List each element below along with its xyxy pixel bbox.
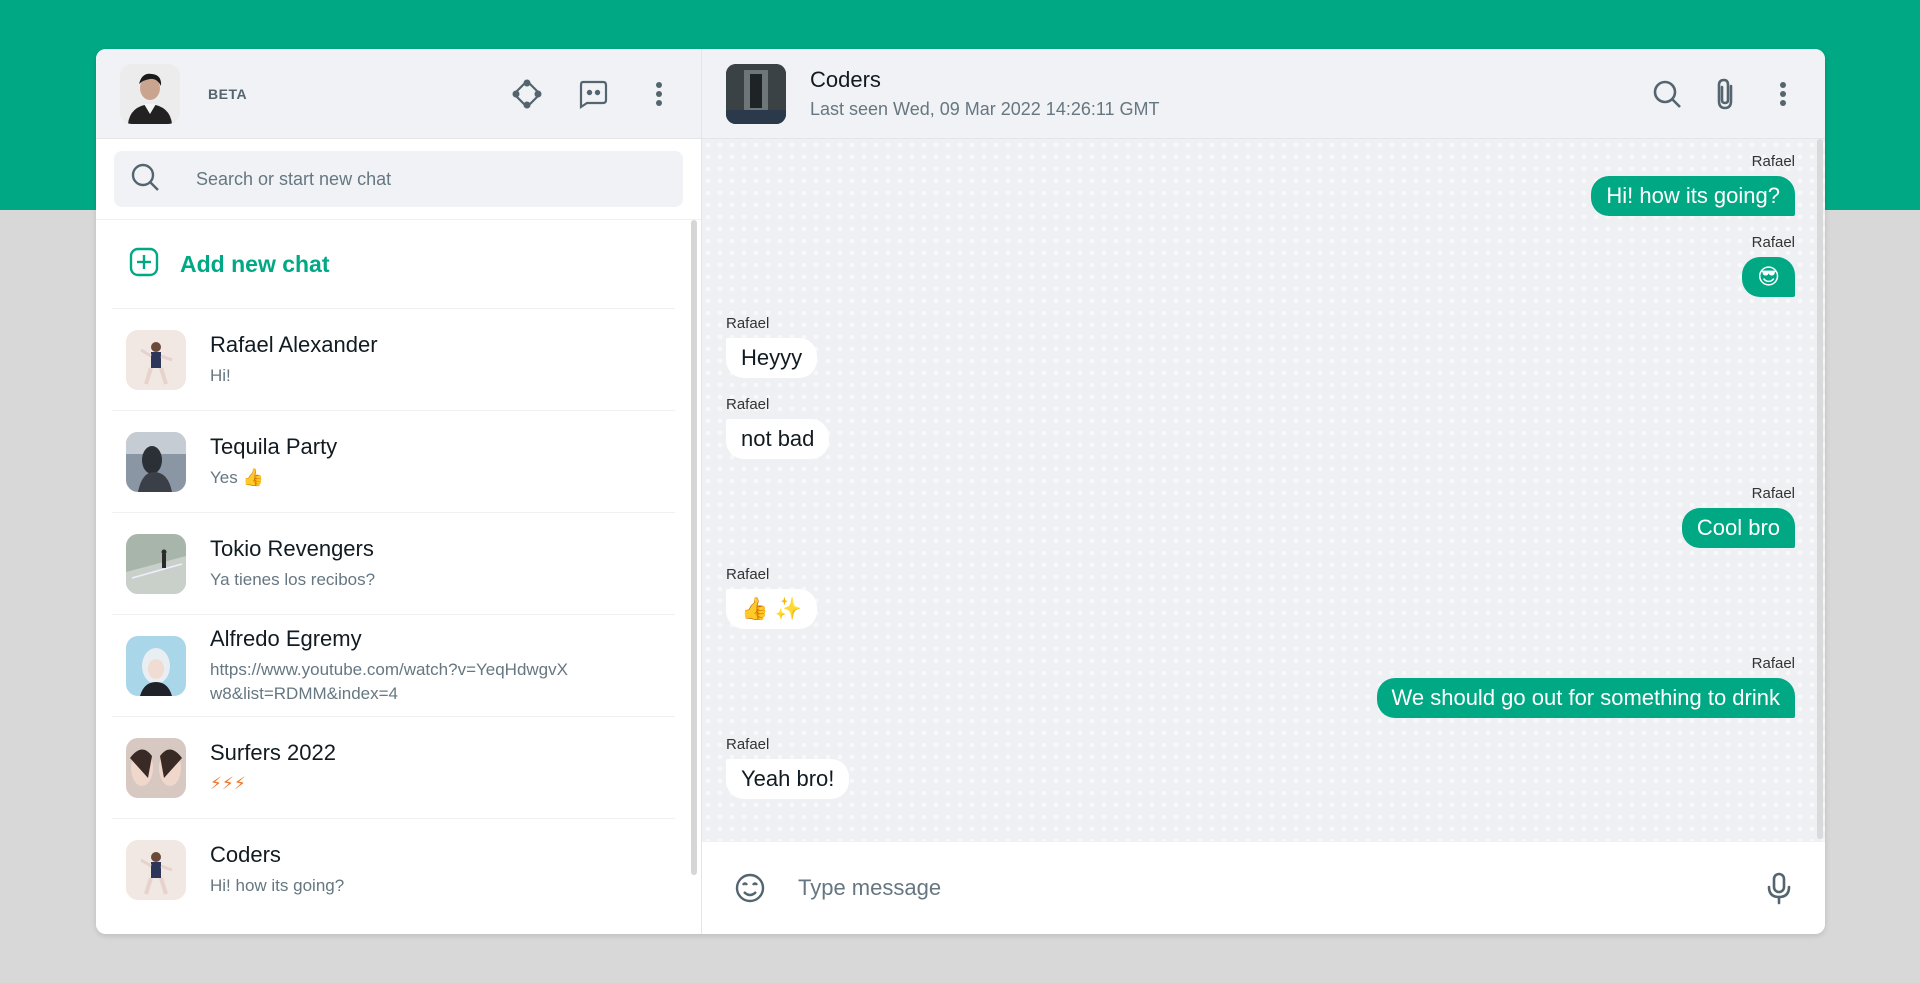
message-sender: Rafael [1751,485,1795,502]
chat-name: Tokio Revengers [210,535,374,561]
chat-item-tequila-party[interactable]: Tequila Party Yes 👍 [112,411,675,513]
message-sender: Rafael [1751,234,1795,251]
chat-name: Alfredo Egremy [210,625,362,651]
message-sender: Rafael [726,736,770,753]
message-incoming: Rafael 👍 ✨ [726,566,1795,629]
search-bar [96,139,701,220]
conversation-panel: Coders Last seen Wed, 09 Mar 2022 14:26:… [702,49,1825,934]
conversation-title: Coders [810,67,881,92]
search-icon [130,162,160,197]
menu-dots-icon[interactable] [1765,76,1801,112]
message-input[interactable] [798,875,1761,901]
chat-last-message: ⚡⚡⚡ [210,773,246,793]
chat-item-rafael-alexander[interactable]: Rafael Alexander Hi! [112,309,675,411]
chat-avatar [126,431,186,492]
app-window: BETA Search or start new chat Add new ch… [96,49,1825,934]
message-bubble[interactable]: 👍 ✨ [726,589,817,629]
message-bubble[interactable]: Heyyy [726,338,818,378]
scrollbar[interactable] [691,220,697,875]
message-bubble[interactable]: Cool bro [1681,508,1795,548]
message-outgoing: Rafael 😎 [726,234,1795,297]
communities-icon[interactable] [509,76,545,112]
chat-avatar [126,329,186,390]
message-sender: Rafael [726,566,770,583]
chat-item-tokio-revengers[interactable]: Tokio Revengers Ya tienes los recibos? [112,513,675,615]
chat-avatar [126,533,186,594]
message-bubble[interactable]: 😎 [1742,257,1795,297]
add-icon [128,246,160,283]
search-box[interactable] [114,151,683,207]
chat-last-message: https://www.youtube.com/watch?v=YeqHdwgv… [210,659,568,703]
add-new-chat-button[interactable]: Add new chat [112,220,675,309]
message-sender: Rafael [1751,153,1795,170]
message-outgoing: Rafael Hi! how its going? [726,153,1795,216]
beta-badge: BETA [208,85,248,102]
message-composer [702,841,1825,934]
chat-last-message: Ya tienes los recibos? [210,569,376,589]
scrollbar[interactable] [1817,139,1823,839]
message-bubble[interactable]: Hi! how its going? [1591,176,1795,216]
search-input[interactable] [196,168,667,190]
menu-dots-icon[interactable] [641,76,677,112]
message-outgoing: Rafael We should go out for something to… [726,655,1795,718]
emoji-icon[interactable] [732,870,768,906]
microphone-icon[interactable] [1761,870,1797,906]
chat-last-message: Hi! [210,365,231,385]
chat-last-message: Hi! how its going? [210,876,345,895]
chat-list: Add new chat Rafael Alexander Hi! Tequil… [96,220,701,934]
attach-icon[interactable] [1707,76,1743,112]
chat-item-alfredo-egremy[interactable]: Alfredo Egremy https://www.youtube.com/w… [112,615,675,717]
message-list: Rafael Hi! how its going? Rafael 😎 Rafae… [702,139,1825,841]
search-icon[interactable] [1649,76,1685,112]
chat-name: Tequila Party [210,433,338,459]
new-chat-icon[interactable] [575,76,611,112]
message-bubble[interactable]: not bad [726,419,830,459]
message-incoming: Rafael not bad [726,396,1795,459]
message-sender: Rafael [726,396,770,413]
message-sender: Rafael [726,315,770,332]
last-seen-status: Last seen Wed, 09 Mar 2022 14:26:11 GMT [810,99,1160,119]
message-bubble[interactable]: Yeah bro! [726,759,850,799]
chat-name: Rafael Alexander [210,331,378,357]
avatar[interactable] [120,63,180,124]
chat-name: Surfers 2022 [210,739,336,765]
chat-item-coders[interactable]: Coders Hi! how its going? [112,819,675,921]
message-sender: Rafael [1751,655,1795,672]
chat-avatar [126,737,186,798]
chat-avatar [126,840,186,900]
message-bubble[interactable]: We should go out for something to drink [1376,678,1795,718]
chat-item-surfers-2022[interactable]: Surfers 2022 ⚡⚡⚡ [112,717,675,819]
chat-last-message: Yes 👍 [210,467,264,487]
group-avatar[interactable] [726,63,786,124]
chat-avatar [126,635,186,696]
message-incoming: Rafael Yeah bro! [726,736,1795,799]
sidebar: BETA Search or start new chat Add new ch… [96,49,702,934]
sidebar-header: BETA [96,49,701,139]
message-outgoing: Rafael Cool bro [726,485,1795,548]
chat-name: Coders [210,842,281,867]
add-new-chat-label: Add new chat [180,250,330,277]
conversation-header[interactable]: Coders Last seen Wed, 09 Mar 2022 14:26:… [702,49,1825,139]
message-incoming: Rafael Heyyy [726,315,1795,378]
